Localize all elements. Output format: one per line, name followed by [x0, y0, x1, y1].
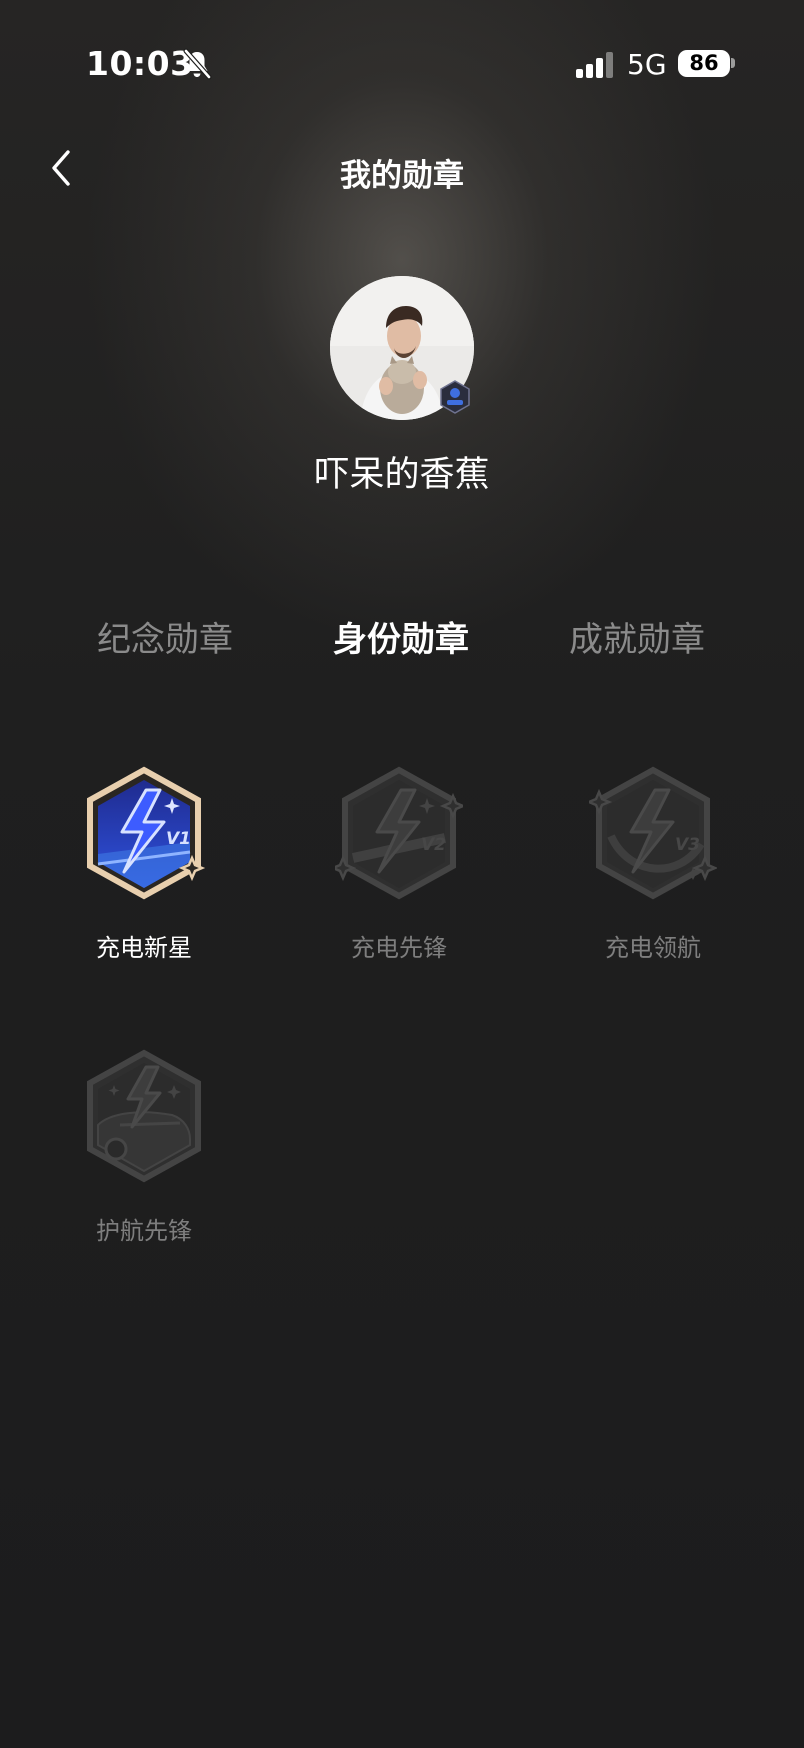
badge-item[interactable]: V3 充电领航 [553, 766, 753, 986]
battery-icon: 86 [678, 50, 730, 77]
badge-label: 充电新星 [96, 934, 192, 962]
signal-icon [576, 52, 613, 78]
tab-identity[interactable]: 身份勋章 [301, 612, 501, 661]
avatar-badge-icon [440, 380, 470, 414]
battery-cap [731, 58, 735, 68]
tab-achievement[interactable]: 成就勋章 [537, 612, 737, 661]
tab-commemorative[interactable]: 纪念勋章 [65, 612, 265, 661]
username: 吓呆的香蕉 [314, 455, 490, 495]
badge-level-text: V3 [675, 835, 700, 855]
badge-level-text: V2 [421, 835, 446, 855]
badge-item[interactable]: 护航先锋 [44, 1049, 244, 1269]
badge-label: 护航先锋 [96, 1217, 192, 1245]
battery-level: 86 [689, 51, 719, 75]
status-time: 10:03 [86, 44, 194, 83]
car-lightning-badge-icon [87, 1049, 201, 1183]
lightning-badge-icon: V3 [589, 766, 717, 900]
badge-level-text: V1 [166, 829, 191, 849]
status-bar: 10:03 5G 86 [0, 0, 804, 120]
screen: 10:03 5G 86 我的勋章 吓呆的香蕉 纪念勋章 身份勋章 成就勋章 V1… [0, 0, 804, 1748]
bell-slash-icon [183, 48, 212, 80]
page-title: 我的勋章 [340, 158, 464, 194]
badge-label: 充电领航 [605, 934, 701, 962]
lightning-badge-icon: V1 [87, 766, 206, 900]
badge-item[interactable]: V2 充电先锋 [299, 766, 499, 986]
network-type: 5G [627, 48, 667, 81]
badge-item[interactable]: V1 充电新星 [44, 766, 244, 986]
lightning-badge-icon: V2 [335, 766, 463, 900]
badge-label: 充电先锋 [351, 934, 447, 962]
badge-tabs: 纪念勋章 身份勋章 成就勋章 [0, 612, 804, 662]
